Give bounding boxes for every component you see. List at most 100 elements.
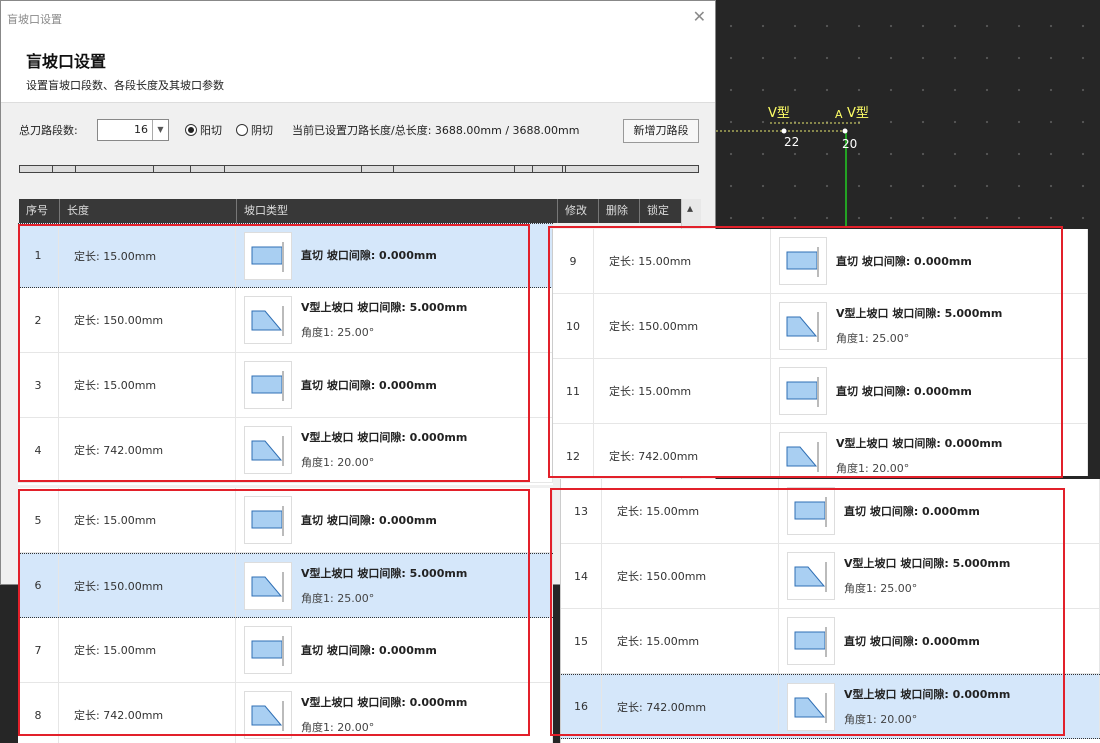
bevel-description: 直切 坡口间隙: 0.000mm bbox=[301, 243, 437, 268]
table-row[interactable]: 12 定长: 742.00mm V型上坡口 坡口间隙: 0.000mm 角度1: 20… bbox=[553, 424, 1088, 476]
cad-label-v-type-2: V型 bbox=[847, 106, 869, 121]
row-index: 12 bbox=[553, 424, 594, 476]
add-segment-button[interactable]: 新增刀路段 bbox=[623, 119, 699, 143]
radio-checked-icon[interactable] bbox=[185, 124, 197, 136]
cad-label-a: A bbox=[835, 108, 843, 121]
bevel-shape-icon bbox=[787, 682, 835, 731]
bevel-description: 直切 坡口间隙: 0.000mm bbox=[301, 373, 437, 398]
bevel-shape-icon bbox=[779, 237, 827, 285]
column-header: 锁定 bbox=[647, 204, 669, 217]
bevel-angle-label: 角度1: 25.00° bbox=[301, 326, 375, 339]
bevel-shape-icon bbox=[244, 626, 292, 674]
row-length: 定长: 15.00mm bbox=[59, 353, 236, 417]
table-row[interactable]: 5 定长: 15.00mm 直切 坡口间隙: 0.000mm bbox=[18, 488, 553, 553]
table-row[interactable]: 13 定长: 15.00mm 直切 坡口间隙: 0.000mm bbox=[561, 479, 1100, 544]
row-index: 14 bbox=[561, 544, 602, 608]
bevel-description: 直切 坡口间隙: 0.000mm bbox=[301, 638, 437, 663]
page-description: 设置盲坡口段数、各段长度及其坡口参数 bbox=[26, 79, 224, 92]
table-row[interactable]: 11 定长: 15.00mm 直切 坡口间隙: 0.000mm bbox=[553, 359, 1088, 424]
radio-yin-cut[interactable]: 阴切 bbox=[236, 119, 273, 143]
column-header: 删除 bbox=[599, 199, 640, 223]
bevel-type-label: 直切 坡口间隙: 0.000mm bbox=[301, 643, 437, 657]
bevel-angle-label: 角度1: 20.00° bbox=[844, 712, 918, 726]
row-bevel-type: 直切 坡口间隙: 0.000mm bbox=[236, 618, 553, 682]
close-icon[interactable]: ✕ bbox=[693, 7, 706, 26]
row-length: 定长: 15.00mm bbox=[594, 229, 771, 293]
bevel-shape-icon bbox=[244, 426, 292, 474]
bevel-type-label: V型上坡口 坡口间隙: 5.000mm bbox=[836, 307, 1003, 320]
bevel-shape-icon bbox=[787, 617, 835, 665]
column-header: 坡口类型 bbox=[237, 199, 558, 223]
row-index: 11 bbox=[553, 359, 594, 423]
dialog-header: 盲坡口设置 设置盲坡口段数、各段长度及其坡口参数 bbox=[1, 35, 715, 103]
bevel-description: V型上坡口 坡口间隙: 0.000mm 角度1: 20.00° bbox=[844, 682, 1010, 732]
bevel-shape-icon bbox=[244, 561, 292, 610]
bevel-description: 直切 坡口间隙: 0.000mm bbox=[836, 379, 972, 404]
bevel-type-label: 直切 坡口间隙: 0.000mm bbox=[836, 384, 972, 398]
row-bevel-type: 直切 坡口间隙: 0.000mm bbox=[779, 479, 1100, 543]
cad-point-22 bbox=[781, 128, 787, 134]
cad-point-20 bbox=[842, 128, 848, 134]
segments-label: 总刀路段数: bbox=[19, 124, 78, 137]
table-row[interactable]: 4 定长: 742.00mm V型上坡口 坡口间隙: 0.000mm 角度1: 20.… bbox=[18, 418, 553, 483]
bevel-type-label: V型上坡口 坡口间隙: 5.000mm bbox=[301, 566, 468, 580]
row-bevel-type: 直切 坡口间隙: 0.000mm bbox=[236, 488, 553, 552]
bevel-shape-icon bbox=[244, 231, 292, 280]
bevel-description: V型上坡口 坡口间隙: 5.000mm 角度1: 25.00° bbox=[844, 551, 1010, 601]
table-row[interactable]: 7 定长: 15.00mm 直切 坡口间隙: 0.000mm bbox=[18, 618, 553, 683]
column-header: 长度 bbox=[60, 199, 237, 223]
bevel-type-label: V型上坡口 坡口间隙: 0.000mm bbox=[844, 687, 1011, 701]
table-row[interactable]: 3 定长: 15.00mm 直切 坡口间隙: 0.000mm bbox=[18, 353, 553, 418]
row-bevel-type: 直切 坡口间隙: 0.000mm bbox=[236, 224, 553, 287]
radio-yang-cut[interactable]: 阳切 bbox=[185, 119, 222, 143]
segment-panel-5-8: 5 定长: 15.00mm 直切 坡口间隙: 0.000mm 6 定长: 150.00m… bbox=[18, 488, 553, 743]
bevel-type-label: 直切 坡口间隙: 0.000mm bbox=[836, 254, 972, 268]
bevel-angle-label: 角度1: 25.00° bbox=[301, 591, 375, 605]
table-row[interactable]: 16 定长: 742.00mm V型上坡口 坡口间隙: 0.000mm 角度1: 20… bbox=[561, 674, 1100, 739]
segment-track bbox=[19, 165, 699, 173]
row-bevel-type: V型上坡口 坡口间隙: 5.000mm 角度1: 25.00° bbox=[236, 288, 553, 352]
chevron-down-icon[interactable]: ▼ bbox=[152, 120, 168, 140]
bevel-description: 直切 坡口间隙: 0.000mm bbox=[836, 249, 972, 274]
row-length: 定长: 15.00mm bbox=[59, 618, 236, 682]
bevel-description: 直切 坡口间隙: 0.000mm bbox=[844, 499, 980, 524]
bevel-description: V型上坡口 坡口间隙: 5.000mm 角度1: 25.00° bbox=[836, 301, 1002, 351]
bevel-shape-icon bbox=[787, 552, 835, 600]
table-row[interactable]: 6 定长: 150.00mm V型上坡口 坡口间隙: 5.000mm 角度1: 25.… bbox=[18, 553, 553, 618]
row-length: 定长: 15.00mm bbox=[59, 488, 236, 552]
bevel-angle-label: 角度1: 20.00° bbox=[301, 456, 375, 469]
table-row[interactable]: 10 定长: 150.00mm V型上坡口 坡口间隙: 5.000mm 角度1: 25… bbox=[553, 294, 1088, 359]
bevel-shape-icon bbox=[779, 302, 827, 350]
segment-panel-1-4: 1 定长: 15.00mm 直切 坡口间隙: 0.000mm 2 定长: 150.00m… bbox=[18, 223, 553, 485]
bevel-shape-icon bbox=[779, 432, 827, 476]
row-bevel-type: V型上坡口 坡口间隙: 0.000mm 角度1: 20.00° bbox=[779, 675, 1100, 738]
row-index: 16 bbox=[561, 675, 602, 738]
segments-spinbox[interactable]: 16 ▼ bbox=[97, 119, 169, 141]
row-bevel-type: V型上坡口 坡口间隙: 5.000mm 角度1: 25.00° bbox=[779, 544, 1100, 608]
bevel-angle-label: 角度1: 25.00° bbox=[844, 582, 918, 595]
table-row[interactable]: 8 定长: 742.00mm V型上坡口 坡口间隙: 0.000mm 角度1: 20.… bbox=[18, 683, 553, 743]
bevel-type-label: 直切 坡口间隙: 0.000mm bbox=[301, 378, 437, 392]
bevel-type-label: V型上坡口 坡口间隙: 5.000mm bbox=[301, 301, 468, 314]
bevel-shape-icon bbox=[244, 496, 292, 544]
row-index: 9 bbox=[553, 229, 594, 293]
title-bar: 盲坡口设置 ✕ bbox=[1, 1, 715, 35]
radio-unchecked-icon[interactable] bbox=[236, 124, 248, 136]
bevel-description: 直切 坡口间隙: 0.000mm bbox=[301, 508, 437, 533]
table-row[interactable]: 14 定长: 150.00mm V型上坡口 坡口间隙: 5.000mm 角度1: 25… bbox=[561, 544, 1100, 609]
table-row[interactable]: 9 定长: 15.00mm 直切 坡口间隙: 0.000mm bbox=[553, 229, 1088, 294]
window-title: 盲坡口设置 bbox=[7, 13, 62, 26]
row-bevel-type: V型上坡口 坡口间隙: 5.000mm 角度1: 25.00° bbox=[236, 554, 553, 617]
length-info: 当前已设置刀路长度/总长度: 3688.00mm / 3688.00mm bbox=[292, 124, 580, 137]
row-index: 3 bbox=[18, 353, 59, 417]
bevel-angle-label: 角度1: 20.00° bbox=[836, 462, 910, 475]
bevel-type-label: V型上坡口 坡口间隙: 0.000mm bbox=[836, 437, 1003, 450]
bevel-shape-icon bbox=[244, 296, 292, 344]
table-row[interactable]: 2 定长: 150.00mm V型上坡口 坡口间隙: 5.000mm 角度1: 25.… bbox=[18, 288, 553, 353]
bevel-angle-label: 角度1: 25.00° bbox=[836, 332, 910, 345]
radio-yang-label: 阳切 bbox=[200, 124, 222, 137]
bevel-description: 直切 坡口间隙: 0.000mm bbox=[844, 629, 980, 654]
bevel-description: V型上坡口 坡口间隙: 0.000mm 角度1: 20.00° bbox=[301, 425, 467, 475]
table-row[interactable]: 15 定长: 15.00mm 直切 坡口间隙: 0.000mm bbox=[561, 609, 1100, 674]
table-row[interactable]: 1 定长: 15.00mm 直切 坡口间隙: 0.000mm bbox=[18, 223, 553, 288]
